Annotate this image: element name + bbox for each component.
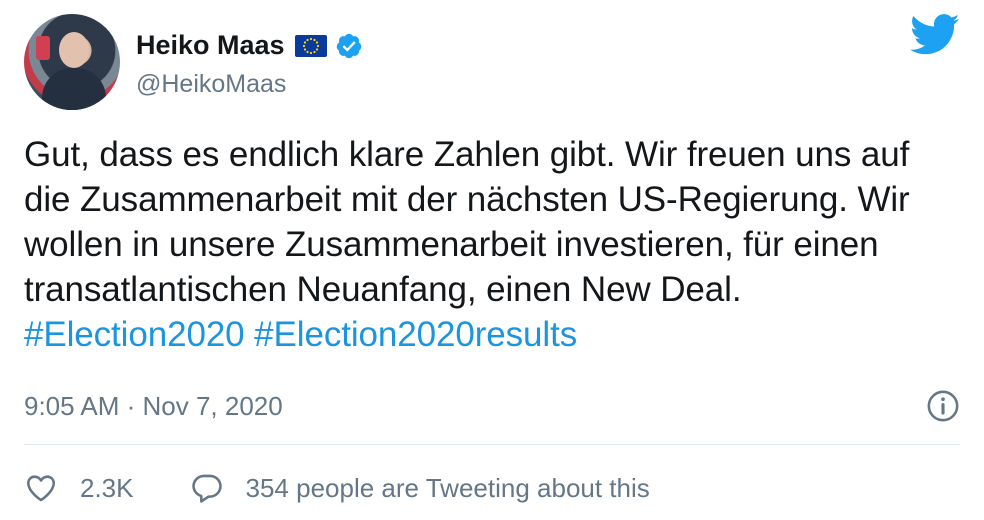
hashtag-link[interactable]: #Election2020	[24, 315, 245, 354]
tweet-actions: 2.3K 354 people are Tweeting about this	[24, 464, 650, 512]
heart-icon[interactable]	[24, 471, 58, 505]
twitter-bird-icon[interactable]	[910, 14, 960, 56]
eu-flag-icon	[294, 34, 327, 57]
tweeting-about-text: 354 people are Tweeting about this	[245, 472, 650, 503]
like-count: 2.3K	[80, 472, 134, 503]
avatar-face-detail	[59, 32, 89, 68]
tweet-text: Gut, dass es endlich klare Zahlen gibt. …	[24, 132, 964, 357]
speech-bubble-icon[interactable]	[190, 471, 224, 505]
author-handle[interactable]: @HeikoMaas	[136, 70, 363, 99]
avatar-suit-detail	[42, 68, 106, 110]
tweeting-about-action[interactable]: 354 people are Tweeting about this	[190, 471, 650, 505]
tweet-timestamp[interactable]: 9:05 AM · Nov 7, 2020	[24, 391, 283, 422]
author-name[interactable]: Heiko Maas	[136, 30, 285, 61]
verified-badge-icon	[336, 33, 361, 58]
author-name-row: Heiko Maas	[136, 26, 363, 66]
tweet-header: Heiko Maas @HeikoMaas	[24, 12, 363, 112]
tweet-card: Heiko Maas @HeikoMaas Gut, dass es endli…	[0, 0, 984, 520]
hashtag-link[interactable]: #Election2020results	[254, 315, 577, 354]
tweet-divider	[24, 444, 960, 445]
author-avatar[interactable]	[24, 14, 120, 110]
avatar-phone-detail	[36, 36, 50, 60]
author-names: Heiko Maas @HeikoMaas	[136, 26, 363, 99]
tweet-body: Gut, dass es endlich klare Zahlen gibt. …	[24, 135, 910, 309]
tweet-meta: 9:05 AM · Nov 7, 2020	[24, 384, 960, 428]
info-icon[interactable]	[926, 389, 960, 423]
like-action[interactable]: 2.3K	[24, 471, 134, 505]
